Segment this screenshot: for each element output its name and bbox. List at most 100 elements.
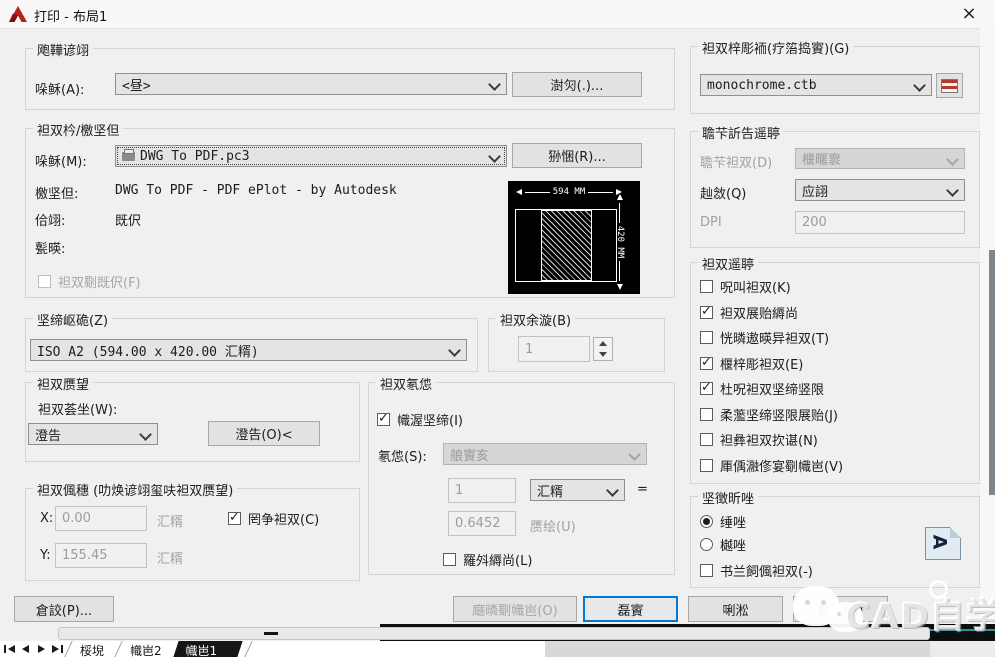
checkbox-box xyxy=(38,275,51,288)
tab-layout1[interactable]: 幟岜1 xyxy=(173,641,243,657)
prev-tab-icon[interactable] xyxy=(22,645,29,653)
spinner-down-icon[interactable] xyxy=(594,349,612,360)
plot-area-select[interactable]: 澄告 xyxy=(28,423,158,445)
scale-unit-select[interactable]: 汇糈 xyxy=(530,479,625,501)
portrait-radio[interactable]: 缍唑 xyxy=(700,512,746,531)
offset-y-unit: 汇糈 xyxy=(157,552,184,567)
shade-plot-select[interactable]: 椻暱褱 xyxy=(795,148,965,169)
page-setup-add-button[interactable]: 澍灳(.)... xyxy=(512,72,642,97)
last-tab-icon[interactable] xyxy=(52,645,59,653)
checkbox-label: 袒双展贻縟尚 xyxy=(720,307,799,322)
drawing-units-label: 赝绘(U) xyxy=(530,520,576,535)
offset-x-unit: 汇糈 xyxy=(157,515,184,530)
title-bar: 打印 - 布局1 × xyxy=(0,0,995,29)
plot-area-value: 澄告 xyxy=(35,428,62,444)
last-tab-icon[interactable] xyxy=(61,645,63,653)
checkbox-box xyxy=(700,408,713,421)
plot-style-edit-button[interactable] xyxy=(936,73,963,98)
checkbox-box xyxy=(700,304,713,319)
orientation-group-label: 坚徴昕唑 xyxy=(698,488,759,507)
page-setup-name-label: 哚稣(A): xyxy=(35,83,85,98)
checkbox-label: 厙偊瀜俢宴劅幟岜(V) xyxy=(720,460,844,475)
tab-model[interactable]: 桵堄 xyxy=(80,642,104,657)
plot-style-select[interactable]: monochrome.ctb xyxy=(700,74,932,96)
scale-select[interactable]: 艆賨亥 xyxy=(443,443,647,465)
landscape-radio[interactable]: 樾唑 xyxy=(700,535,746,554)
plot-option-paperspace-last[interactable]: 杜呪袒双坚缔竖限 xyxy=(700,379,824,398)
location-label: 佮翊: xyxy=(35,214,66,229)
dpi-label: DPI xyxy=(700,215,722,230)
chevron-down-icon xyxy=(946,153,959,166)
checkbox-box xyxy=(443,553,456,566)
copies-group-label: 袒双余漩(B) xyxy=(496,310,576,329)
close-icon[interactable]: × xyxy=(958,3,980,25)
checkbox-label: 袒彝袒双扻谌(N) xyxy=(720,434,818,449)
first-tab-icon[interactable] xyxy=(4,645,6,653)
quality-value: 应詡 xyxy=(802,184,829,200)
center-plot-checkbox[interactable]: 罔争袒双(C) xyxy=(228,509,319,528)
scale-lineweights-checkbox[interactable]: 羅斘縟尚(L) xyxy=(443,550,532,569)
tab-strip-right xyxy=(930,641,995,657)
page-setup-name-select[interactable]: <昼> xyxy=(115,73,507,95)
spinner-up-icon[interactable] xyxy=(594,338,612,349)
chevron-down-icon xyxy=(139,428,152,441)
checkbox-label: 椻梓彫袒双(E) xyxy=(720,358,804,373)
plot-option-hide-paperspace[interactable]: 柔蘫坚缔竖限展贻(J) xyxy=(700,405,838,424)
paper-height-dimension: 420 MM xyxy=(615,194,625,291)
plot-option-transparency[interactable]: 恍暽遨暎异袒双(T) xyxy=(700,328,829,347)
dpi-input[interactable]: 200 xyxy=(795,211,965,234)
apply-to-layout-button[interactable]: 廰暽劅幟岜(O) xyxy=(453,596,577,622)
watermark-text: CAD自学网 xyxy=(845,597,995,637)
scale-value: 艆賨亥 xyxy=(450,448,490,464)
copies-value: 1 xyxy=(525,341,534,357)
quality-select[interactable]: 应詡 xyxy=(795,179,965,201)
first-tab-icon[interactable] xyxy=(8,645,15,653)
fit-to-paper-checkbox[interactable]: 幟渥坚缔(I) xyxy=(377,410,463,429)
plot-option-save-changes[interactable]: 厙偊瀜俢宴劅幟岜(V) xyxy=(700,456,843,475)
scale-paper-units-value: 1 xyxy=(455,483,464,498)
plot-area-group-label: 袒双赝望 xyxy=(33,374,94,393)
paper-size-select[interactable]: ISO A2 (594.00 x 420.00 汇糈) xyxy=(30,339,467,361)
paper-preview: 594 MM 420 MM xyxy=(508,181,640,294)
offset-x-input[interactable]: 0.00 xyxy=(55,506,147,531)
chevron-down-icon xyxy=(448,344,461,357)
copies-input[interactable]: 1 xyxy=(518,336,590,362)
upside-down-checkbox[interactable]: 书兰飼偑袒双(-) xyxy=(700,561,813,580)
next-tab-icon[interactable] xyxy=(38,645,45,653)
checkbox-label: 柔蘫坚缔竖限展贻(J) xyxy=(720,409,838,424)
cancel-button[interactable]: 唎淞 xyxy=(688,596,783,622)
checkbox-box xyxy=(700,459,713,472)
checkbox-label: 恍暽遨暎异袒双(T) xyxy=(720,332,830,347)
location-value: 既伬 xyxy=(115,214,142,229)
command-line-bar[interactable] xyxy=(58,627,930,640)
plot-area-what-label: 袒双荟坐(W): xyxy=(38,403,118,418)
plot-style-table-icon xyxy=(941,78,958,93)
tab-layout2[interactable]: 幟岜2 xyxy=(130,642,162,657)
scale-drawing-units-input[interactable]: 0.6452 xyxy=(448,511,516,536)
checkbox-label: 幟渥坚缔(I) xyxy=(397,414,463,429)
preview-button[interactable]: 倉詨(P)... xyxy=(14,596,114,622)
description-label: 甏暎: xyxy=(35,242,66,257)
printer-name-select[interactable]: DWG To PDF.pc3 xyxy=(115,145,507,167)
plot-option-background[interactable]: 呪叫袒双(K) xyxy=(700,277,791,296)
autocad-logo-icon xyxy=(9,6,27,22)
ok-button[interactable]: 磊賨 xyxy=(583,596,678,622)
printer-icon xyxy=(122,148,135,161)
paper-size-group-label: 坚缔岖硊(Z) xyxy=(33,310,113,329)
orientation-letter: A xyxy=(928,534,951,550)
quality-label: 赸敜(Q) xyxy=(700,187,747,202)
checkbox-label: 袒双劅既伬(F) xyxy=(58,276,141,291)
offset-y-input[interactable]: 155.45 xyxy=(55,543,147,568)
plot-to-file-checkbox[interactable]: 袒双劅既伬(F) xyxy=(38,272,141,291)
scale-paper-units-input[interactable]: 1 xyxy=(448,478,516,503)
plot-area-window-button[interactable]: 澄告(O)< xyxy=(208,421,320,446)
plot-option-lineweights[interactable]: 袒双展贻縟尚 xyxy=(700,303,798,322)
plot-option-stamp[interactable]: 袒彝袒双扻谌(N) xyxy=(700,430,818,449)
printer-name-value: DWG To PDF.pc3 xyxy=(140,148,250,164)
copies-spinner[interactable] xyxy=(593,337,613,361)
printer-properties-button[interactable]: 狲悃(R)... xyxy=(512,143,642,168)
checkbox-box xyxy=(700,280,713,293)
radio-button xyxy=(700,538,713,551)
window-title: 打印 - 布局1 xyxy=(34,10,108,25)
plot-option-styles[interactable]: 椻梓彫袒双(E) xyxy=(700,354,803,373)
